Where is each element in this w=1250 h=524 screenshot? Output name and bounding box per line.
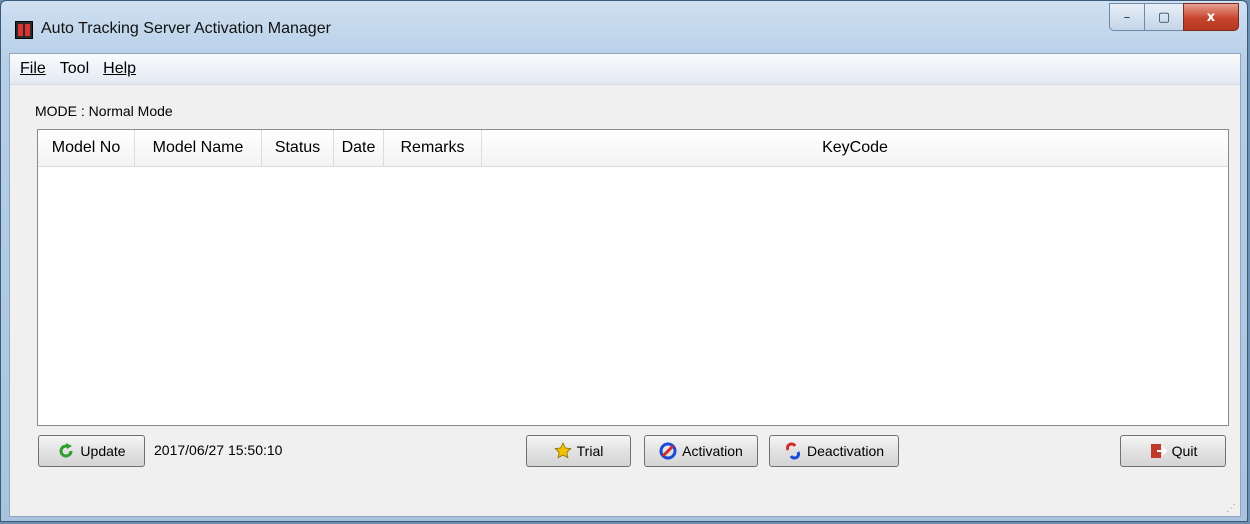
footer-bar: Update 2017/06/27 15:50:10 Trial Activat… — [10, 435, 1240, 471]
menu-help-label: Help — [103, 60, 137, 77]
minimize-icon: – — [1123, 9, 1131, 25]
quit-label: Quit — [1171, 443, 1198, 459]
update-button[interactable]: Update — [38, 435, 145, 467]
unlink-icon — [784, 442, 802, 460]
title-bar[interactable]: Auto Tracking Server Activation Manager … — [1, 1, 1247, 53]
activation-button[interactable]: Activation — [644, 435, 758, 467]
menu-tool[interactable]: Tool — [53, 60, 96, 78]
column-header-model-no[interactable]: Model No — [38, 130, 135, 166]
menu-file[interactable]: File — [13, 60, 53, 78]
column-header-remarks[interactable]: Remarks — [384, 130, 482, 166]
maximize-icon: ▢ — [1157, 9, 1171, 25]
quit-button[interactable]: Quit — [1120, 435, 1226, 467]
minimize-button[interactable]: – — [1109, 3, 1145, 31]
column-header-date[interactable]: Date — [334, 130, 384, 166]
maximize-button[interactable]: ▢ — [1144, 3, 1184, 31]
column-header-status[interactable]: Status — [262, 130, 334, 166]
app-icon[interactable] — [15, 21, 33, 39]
client-area: File Tool Help MODE : Normal Mode Model … — [9, 53, 1241, 517]
column-header-model-name[interactable]: Model Name — [135, 130, 262, 166]
window-controls: – ▢ x — [1109, 3, 1239, 31]
refresh-arrow-icon — [57, 442, 75, 460]
column-header-keycode[interactable]: KeyCode — [482, 130, 1228, 166]
menu-tool-label: Tool — [59, 60, 90, 77]
link-icon — [659, 442, 677, 460]
last-update-timestamp: 2017/06/27 15:50:10 — [154, 442, 283, 458]
menu-file-label: File — [20, 60, 46, 77]
resize-grip[interactable]: ⋰ — [1226, 503, 1236, 514]
trial-button[interactable]: Trial — [526, 435, 631, 467]
activation-label: Activation — [682, 443, 743, 459]
window-title: Auto Tracking Server Activation Manager — [41, 20, 331, 37]
deactivation-button[interactable]: Deactivation — [769, 435, 899, 467]
exit-door-icon — [1149, 442, 1167, 460]
star-icon — [553, 442, 572, 460]
close-icon: x — [1206, 9, 1216, 25]
trial-label: Trial — [576, 443, 604, 459]
menu-bar: File Tool Help — [10, 54, 1240, 85]
deactivation-label: Deactivation — [806, 443, 885, 459]
close-button[interactable]: x — [1183, 3, 1239, 31]
menu-help[interactable]: Help — [96, 60, 143, 78]
update-label: Update — [80, 443, 126, 459]
model-table[interactable]: Model No Model Name Status Date Remarks … — [37, 129, 1229, 426]
mode-label: MODE : Normal Mode — [35, 103, 173, 119]
table-header: Model No Model Name Status Date Remarks … — [38, 130, 1228, 167]
app-window: Auto Tracking Server Activation Manager … — [0, 0, 1248, 522]
